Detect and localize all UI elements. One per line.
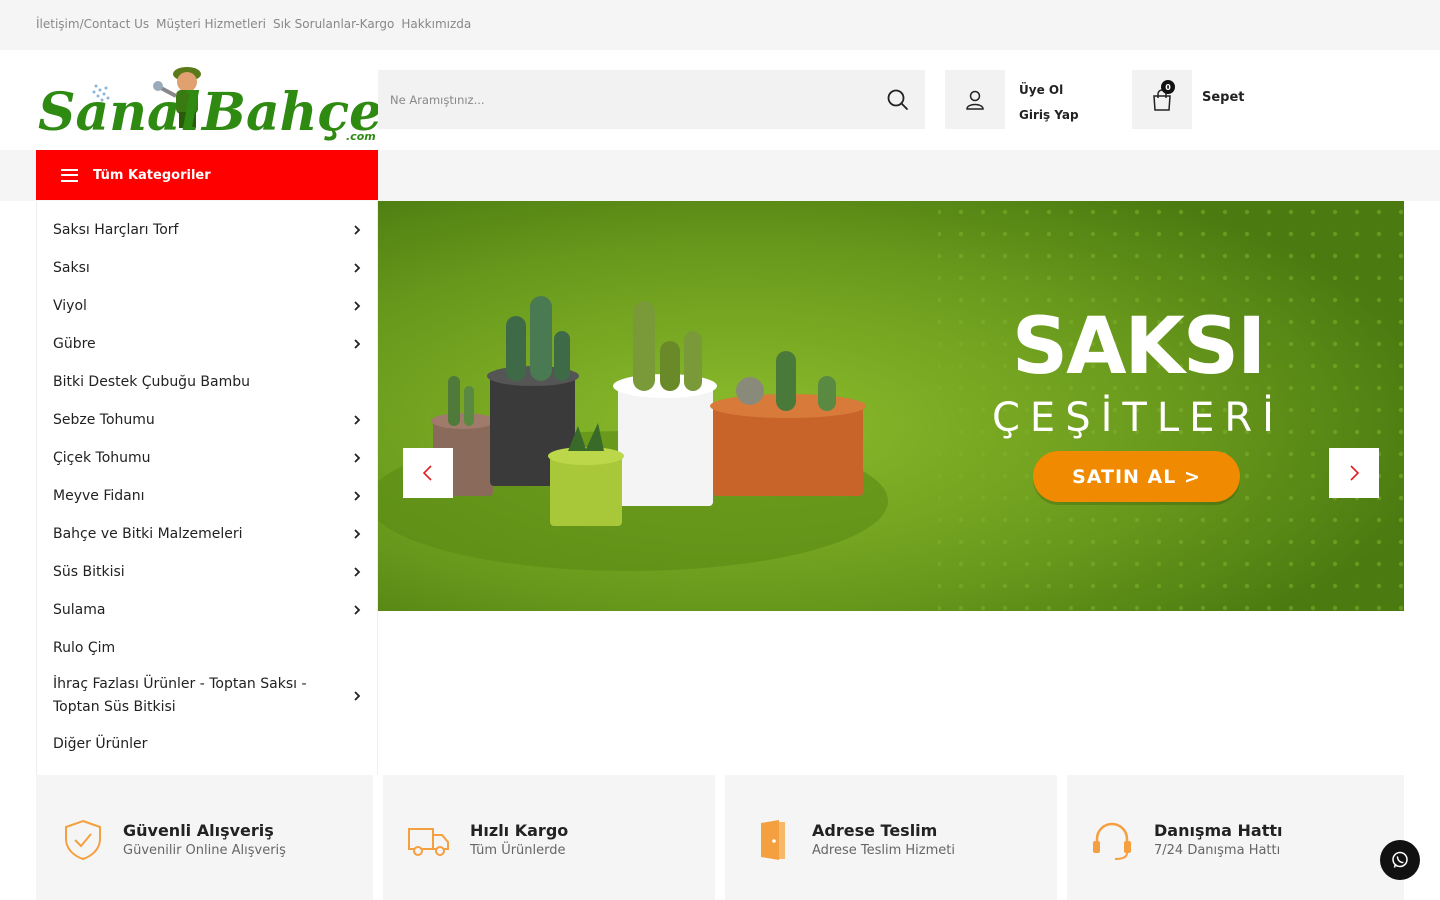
svg-text:Sanal: Sanal — [38, 82, 201, 143]
top-bar: İletişim/Contact Us Müşteri Hizmetleri S… — [0, 0, 1440, 50]
chevron-right-icon — [354, 605, 361, 615]
category-item[interactable]: Meyve Fidanı — [37, 477, 377, 515]
category-item[interactable]: Bahçe ve Bitki Malzemeleri — [37, 515, 377, 553]
category-item-label: Çiçek Tohumu — [53, 449, 151, 466]
category-item[interactable]: Süs Bitkisi — [37, 553, 377, 591]
chevron-right-icon — [354, 529, 361, 539]
chevron-right-icon — [354, 339, 361, 349]
category-item[interactable]: İhraç Fazlası Ürünler - Toptan Saksı - T… — [37, 667, 377, 725]
feature-home-delivery: Adrese Teslim Adrese Teslim Hizmeti — [725, 775, 1057, 900]
category-item[interactable]: Gübre — [37, 325, 377, 363]
category-item[interactable]: Rulo Çim — [37, 629, 377, 667]
feature-subtitle: Güvenilir Online Alışveriş — [123, 843, 286, 858]
all-categories-button[interactable]: Tüm Kategoriler — [36, 150, 378, 200]
slider-next-button[interactable] — [1329, 448, 1379, 498]
category-item[interactable]: Sebze Tohumu — [37, 401, 377, 439]
slide-buy-button[interactable]: SATIN AL > — [1033, 451, 1240, 502]
feature-title: Güvenli Alışveriş — [123, 821, 274, 840]
slide-subtitle: ÇEŞİTLERİ — [992, 395, 1284, 441]
category-sidebar: Saksı Harçları Torf Saksı Viyol Gübre Bitki … — [36, 201, 378, 775]
category-item-label: Bahçe ve Bitki Malzemeleri — [53, 525, 243, 542]
chevron-left-icon — [422, 465, 432, 481]
chevron-right-icon — [354, 415, 361, 425]
user-account-button[interactable] — [945, 70, 1005, 129]
category-item-label: Sebze Tohumu — [53, 411, 155, 428]
user-icon — [966, 90, 984, 110]
site-logo[interactable]: Sanal Bahçem .com — [36, 58, 437, 144]
top-link-faq-shipping[interactable]: Sık Sorulanlar-Kargo — [273, 17, 394, 31]
feature-title: Adrese Teslim — [812, 821, 938, 840]
search-bar — [378, 70, 925, 129]
whatsapp-icon — [1392, 851, 1408, 868]
cart-button[interactable] — [1132, 70, 1192, 129]
top-link-contact[interactable]: İletişim/Contact Us — [36, 17, 149, 31]
chevron-right-icon — [354, 225, 361, 235]
top-link-customer-service[interactable]: Müşteri Hizmetleri — [156, 17, 266, 31]
category-item[interactable]: Saksı — [37, 249, 377, 287]
category-item[interactable]: Çiçek Tohumu — [37, 439, 377, 477]
category-item-label: Gübre — [53, 335, 96, 352]
category-item-label: Meyve Fidanı — [53, 487, 145, 504]
category-item[interactable]: Diğer Ürünler — [37, 725, 377, 763]
category-list: Saksı Harçları Torf Saksı Viyol Gübre Bitki … — [37, 201, 377, 763]
slider-prev-button[interactable] — [403, 448, 453, 498]
category-item-label: Diğer Ürünler — [53, 735, 148, 752]
chevron-right-icon — [354, 567, 361, 577]
category-item[interactable]: Saksı Harçları Torf — [37, 211, 377, 249]
category-item-label: Bitki Destek Çubuğu Bambu — [53, 373, 250, 390]
top-links: İletişim/Contact Us Müşteri Hizmetleri S… — [36, 17, 471, 31]
user-links: Üye Ol Giriş Yap — [1019, 78, 1079, 128]
truck-icon — [408, 828, 449, 856]
category-item-label: Süs Bitkisi — [53, 563, 125, 580]
category-item-label: Sulama — [53, 601, 106, 618]
feature-fast-shipping: Hızlı Kargo Tüm Ürünlerde — [383, 775, 715, 900]
chevron-right-icon — [354, 263, 361, 273]
feature-help-line: Danışma Hattı 7/24 Danışma Hattı — [1067, 775, 1404, 900]
chevron-right-icon — [354, 691, 361, 701]
whatsapp-button[interactable] — [1380, 840, 1420, 880]
feature-title: Hızlı Kargo — [470, 821, 569, 840]
feature-secure-shopping: Güvenli Alışveriş Güvenilir Online Alışv… — [36, 775, 373, 900]
category-item-label: Saksı — [53, 259, 90, 276]
category-item-label: Viyol — [53, 297, 87, 314]
search-icon[interactable] — [885, 87, 911, 113]
shield-check-icon — [65, 819, 101, 861]
feature-title: Danışma Hattı — [1154, 821, 1283, 840]
chevron-right-icon — [354, 301, 361, 311]
slide-title: SAKSI — [1011, 302, 1266, 392]
top-link-about[interactable]: Hakkımızda — [401, 17, 471, 31]
chevron-right-icon — [354, 453, 361, 463]
cart-count-badge: 0 — [1161, 80, 1175, 94]
category-item-label: İhraç Fazlası Ürünler - Toptan Saksı - T… — [53, 676, 307, 715]
chevron-right-icon — [1350, 465, 1360, 481]
headset-icon — [1093, 822, 1131, 860]
category-item[interactable]: Sulama — [37, 591, 377, 629]
category-item-label: Saksı Harçları Torf — [53, 221, 179, 238]
hamburger-icon — [61, 168, 78, 182]
svg-text:.com: .com — [346, 130, 376, 143]
login-link[interactable]: Giriş Yap — [1019, 103, 1079, 128]
chevron-right-icon — [354, 491, 361, 501]
door-icon — [761, 820, 785, 860]
category-item[interactable]: Viyol — [37, 287, 377, 325]
category-item[interactable]: Bitki Destek Çubuğu Bambu — [37, 363, 377, 401]
category-item-label: Rulo Çim — [53, 639, 116, 656]
all-categories-label: Tüm Kategoriler — [93, 167, 211, 183]
register-link[interactable]: Üye Ol — [1019, 78, 1079, 103]
search-input[interactable] — [378, 70, 868, 129]
feature-subtitle: 7/24 Danışma Hattı — [1154, 843, 1281, 858]
feature-subtitle: Tüm Ürünlerde — [470, 843, 566, 858]
feature-subtitle: Adrese Teslim Hizmeti — [812, 843, 955, 858]
cart-label[interactable]: Sepet — [1202, 90, 1245, 105]
